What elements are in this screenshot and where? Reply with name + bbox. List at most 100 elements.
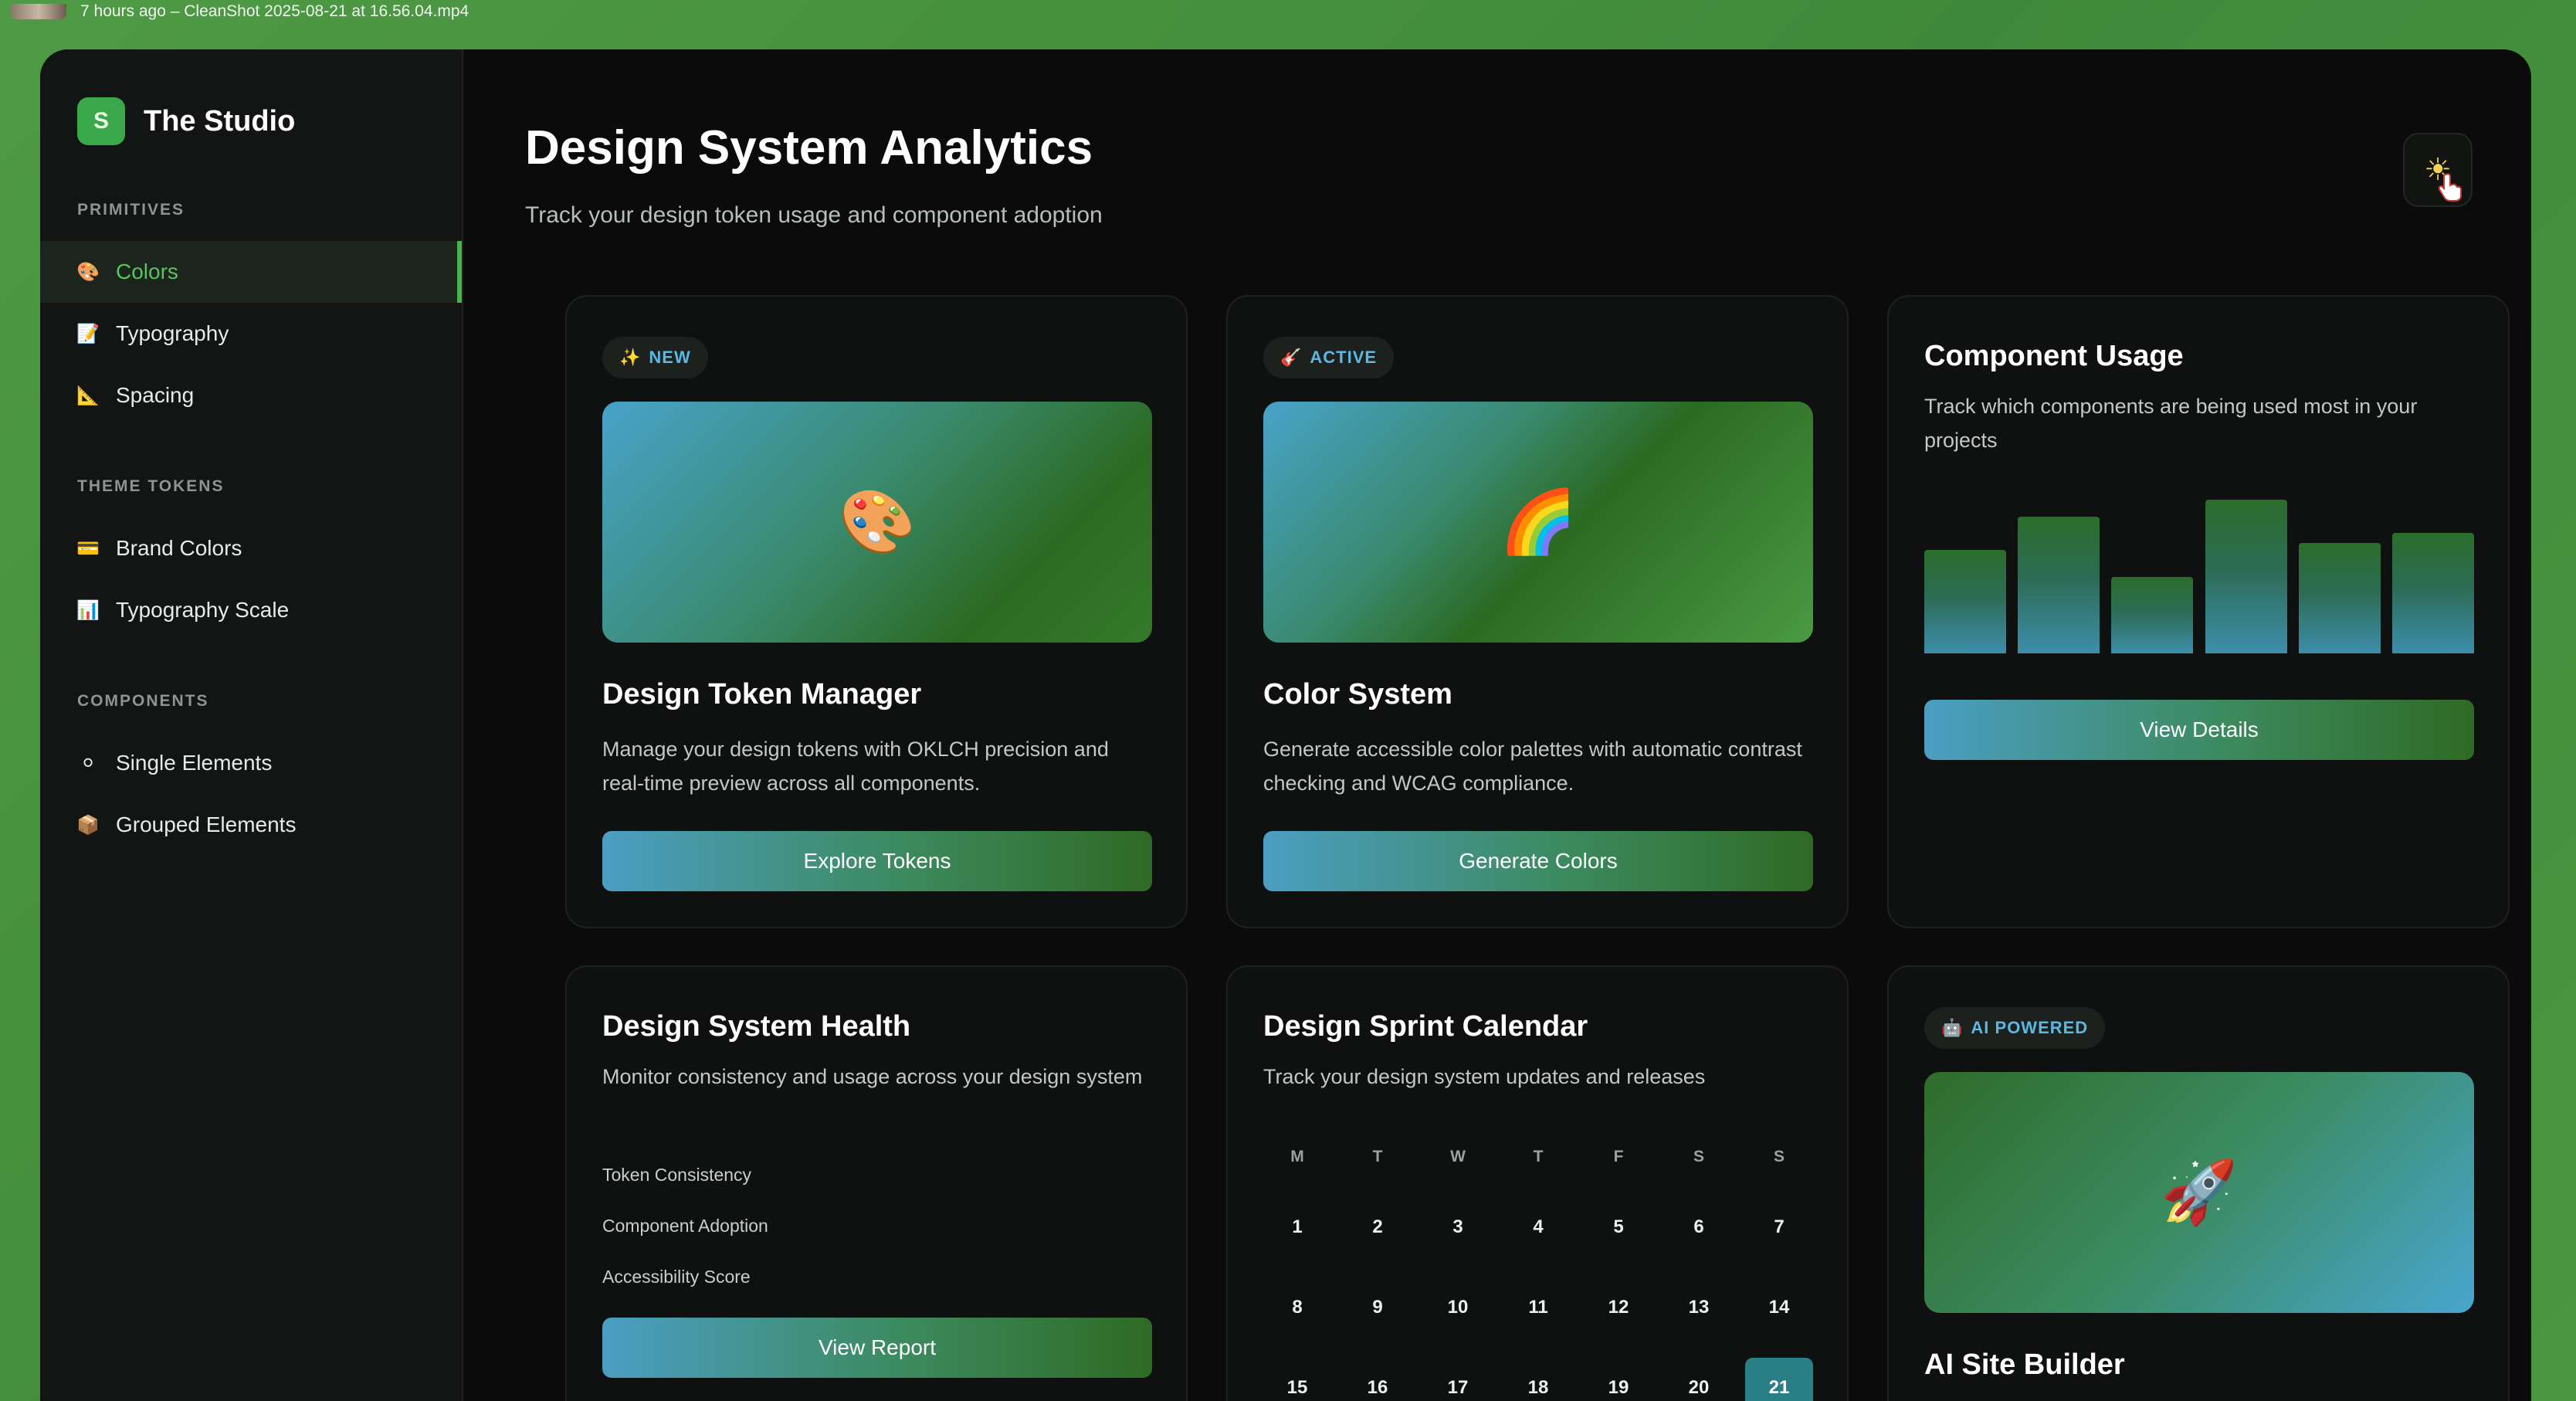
calendar-day[interactable]: 9 — [1344, 1277, 1412, 1338]
rainbow-icon: 🌈 — [1500, 487, 1577, 556]
calendar-day[interactable]: 4 — [1504, 1197, 1572, 1257]
card-component-usage: Component Usage Track which components a… — [1887, 295, 2510, 928]
calendar-day[interactable]: 18 — [1504, 1358, 1572, 1401]
brand-logo: S — [77, 97, 125, 145]
usage-bar — [2111, 577, 2194, 653]
metric-token-consistency: Token Consistency — [602, 1165, 752, 1185]
calendar-weekday: F — [1613, 1148, 1624, 1165]
package-icon: 📦 — [76, 814, 100, 836]
badge-label: NEW — [649, 348, 691, 367]
card-design-system-health: Design System Health Monitor consistency… — [565, 965, 1188, 1401]
sidebar-item-brand-colors[interactable]: 💳 Brand Colors — [40, 517, 462, 579]
sidebar-item-label: Typography Scale — [116, 598, 290, 622]
status-badge: ✨ NEW — [602, 337, 708, 378]
document-icon: 📝 — [76, 323, 100, 344]
status-badge: 🎸 ACTIVE — [1263, 337, 1395, 378]
calendar-weekday: M — [1290, 1148, 1304, 1165]
badge-label: ACTIVE — [1310, 348, 1378, 367]
calendar-weekday: T — [1372, 1148, 1383, 1165]
section-label-theme-tokens: THEME TOKENS — [77, 477, 225, 495]
card-ai-site-builder: 🤖 AI POWERED 🚀 AI Site Builder — [1887, 965, 2510, 1401]
calendar-day[interactable]: 13 — [1665, 1277, 1733, 1338]
calendar-day[interactable]: 14 — [1745, 1277, 1813, 1338]
page-subtitle: Track your design token usage and compon… — [525, 202, 1103, 228]
calendar-day[interactable]: 19 — [1585, 1358, 1652, 1401]
sidebar-item-label: Brand Colors — [116, 536, 242, 560]
sidebar-item-grouped-elements[interactable]: 📦 Grouped Elements — [40, 794, 462, 856]
brand-name: The Studio — [144, 104, 296, 137]
metric-accessibility-score: Accessibility Score — [602, 1267, 751, 1287]
calendar-day[interactable]: 17 — [1424, 1358, 1492, 1401]
calendar-day[interactable]: 12 — [1585, 1277, 1652, 1338]
card-title: AI Site Builder — [1924, 1348, 2125, 1381]
component-usage-chart — [1924, 487, 2474, 653]
card-design-sprint-calendar: Design Sprint Calendar Track your design… — [1226, 965, 1849, 1401]
screen-recording-topbar: 7 hours ago – CleanShot 2025-08-21 at 16… — [0, 0, 2576, 23]
sidebar-item-typography-scale[interactable]: 📊 Typography Scale — [40, 579, 462, 641]
calendar-day[interactable]: 10 — [1424, 1277, 1492, 1338]
calendar-weekday: W — [1450, 1148, 1466, 1165]
card-design-token-manager: ✨ NEW 🎨 Design Token Manager Manage your… — [565, 295, 1188, 928]
card-hero-image: 🚀 — [1924, 1072, 2474, 1313]
palette-icon: 🎨 — [76, 261, 100, 283]
sidebar-item-single-elements[interactable]: ⚪ Single Elements — [40, 732, 462, 794]
sparkles-icon: ✨ — [619, 348, 642, 367]
explore-tokens-button[interactable]: Explore Tokens — [602, 831, 1152, 891]
card-hero-image: 🎨 — [602, 402, 1152, 643]
sidebar-item-colors[interactable]: 🎨 Colors — [40, 241, 462, 303]
bar-chart-icon: 📊 — [76, 599, 100, 621]
calendar-day[interactable]: 11 — [1504, 1277, 1572, 1338]
sidebar-item-label: Typography — [116, 321, 229, 345]
ruler-icon: 📐 — [76, 385, 100, 406]
calendar-weekday: S — [1773, 1148, 1785, 1165]
generate-colors-button[interactable]: Generate Colors — [1263, 831, 1813, 891]
calendar-day[interactable]: 5 — [1585, 1197, 1652, 1257]
card-description: Monitor consistency and usage across you… — [602, 1065, 1143, 1088]
main-content: Design System Analytics Track your desig… — [463, 49, 2531, 1401]
page-title: Design System Analytics — [525, 121, 1093, 175]
calendar-day[interactable]: 6 — [1665, 1197, 1733, 1257]
usage-bar — [2205, 500, 2287, 653]
sidebar-item-typography[interactable]: 📝 Typography — [40, 303, 462, 365]
view-details-button[interactable]: View Details — [1924, 700, 2474, 760]
calendar-day[interactable]: 16 — [1344, 1358, 1412, 1401]
sidebar-item-label: Grouped Elements — [116, 812, 297, 836]
card-description: Track which components are being used mo… — [1924, 395, 2418, 452]
card-title: Design Sprint Calendar — [1263, 1010, 1588, 1043]
calendar-day[interactable]: 3 — [1424, 1197, 1492, 1257]
card-description: Manage your design tokens with OKLCH pre… — [602, 738, 1109, 795]
card-description: Track your design system updates and rel… — [1263, 1065, 1706, 1088]
section-label-primitives: PRIMITIVES — [77, 201, 185, 219]
guitar-icon: 🎸 — [1280, 348, 1303, 367]
section-label-components: COMPONENTS — [77, 692, 209, 710]
calendar-day-today[interactable]: 21 — [1745, 1358, 1813, 1401]
calendar-day[interactable]: 7 — [1745, 1197, 1813, 1257]
palette-icon: 🎨 — [839, 487, 916, 556]
card-hero-image: 🌈 — [1263, 402, 1813, 643]
card-title: Design Token Manager — [602, 678, 922, 711]
calendar-weekday: S — [1693, 1148, 1704, 1165]
calendar-weekday: T — [1533, 1148, 1544, 1165]
card-title: Color System — [1263, 678, 1452, 711]
brand[interactable]: S The Studio — [77, 97, 295, 145]
calendar-day[interactable]: 2 — [1344, 1197, 1412, 1257]
card-icon: 💳 — [76, 538, 100, 559]
circle-icon: ⚪ — [80, 752, 97, 774]
hand-cursor-icon — [2438, 173, 2462, 202]
card-title: Design System Health — [602, 1010, 911, 1043]
calendar-day[interactable]: 1 — [1263, 1197, 1331, 1257]
video-thumbnail — [11, 4, 66, 19]
card-title: Component Usage — [1924, 340, 2184, 372]
usage-bar — [2298, 543, 2381, 653]
metric-component-adoption: Component Adoption — [602, 1216, 768, 1236]
badge-label: AI POWERED — [1971, 1018, 2089, 1037]
card-description: Generate accessible color palettes with … — [1263, 738, 1802, 795]
app-window: S The Studio PRIMITIVES 🎨 Colors 📝 Typog… — [40, 49, 2531, 1401]
sidebar-item-label: Colors — [116, 260, 178, 283]
view-report-button[interactable]: View Report — [602, 1318, 1152, 1378]
calendar-day[interactable]: 15 — [1263, 1358, 1331, 1401]
calendar-day[interactable]: 8 — [1263, 1277, 1331, 1338]
calendar-day[interactable]: 20 — [1665, 1358, 1733, 1401]
theme-toggle-button[interactable]: ☀ — [2403, 133, 2473, 207]
sidebar-item-spacing[interactable]: 📐 Spacing — [40, 365, 462, 426]
